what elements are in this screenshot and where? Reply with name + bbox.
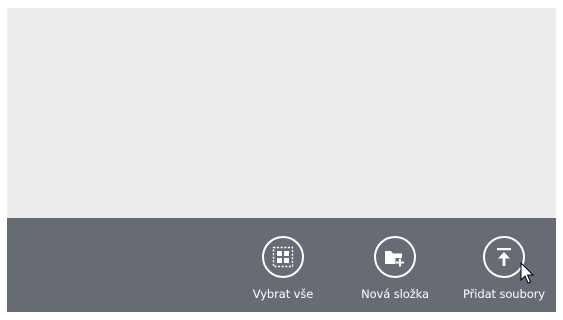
select-all-icon <box>262 236 304 278</box>
new-folder-button[interactable]: Nová složka <box>345 218 445 312</box>
add-files-label: Přidat soubory <box>463 287 545 301</box>
upload-icon <box>483 236 525 278</box>
select-all-button[interactable]: Vybrat vše <box>233 218 333 312</box>
new-folder-label: Nová složka <box>361 287 429 301</box>
select-all-label: Vybrat vše <box>252 287 314 301</box>
add-files-button[interactable]: Přidat soubory <box>454 218 554 312</box>
content-area[interactable] <box>7 8 556 218</box>
app-bar: Vybrat vše Nová složka Přidat soubory <box>7 218 556 312</box>
new-folder-icon <box>374 236 416 278</box>
window: Vybrat vše Nová složka Přidat soubory <box>0 0 563 320</box>
